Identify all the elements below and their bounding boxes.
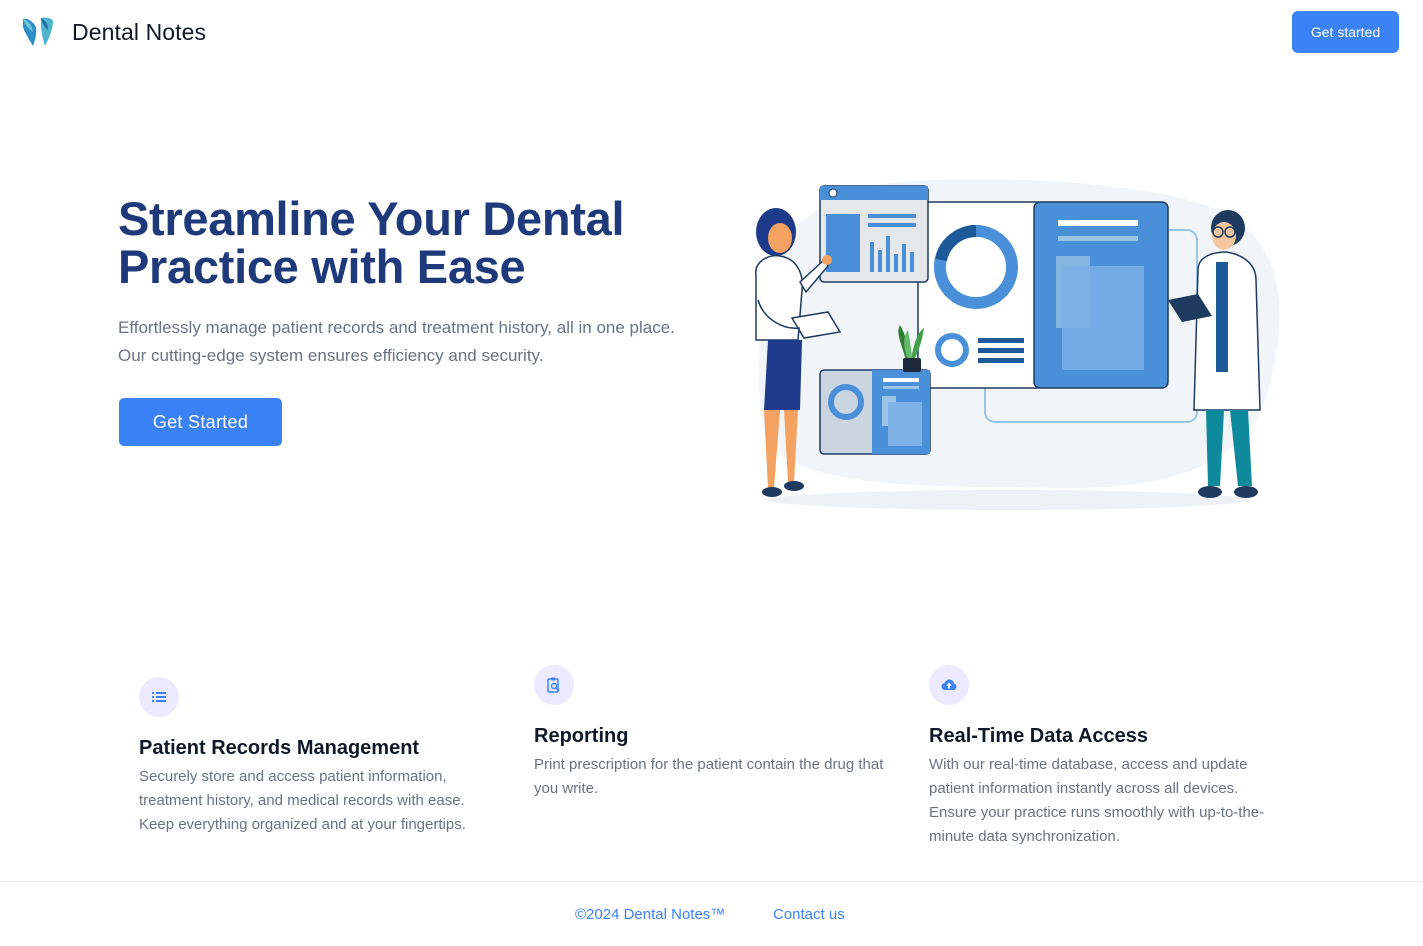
feature-description: With our real-time database, access and …	[929, 756, 1265, 845]
cloud-upload-icon	[929, 665, 969, 705]
brand-name[interactable]: Dental Notes	[72, 19, 206, 46]
contact-us-link[interactable]: Contact us	[773, 906, 845, 923]
footer-copyright: ©2024 Dental Notes™	[575, 906, 726, 923]
feature-title: Patient Records Management	[139, 737, 420, 759]
feature-description: Print prescription for the patient conta…	[534, 756, 884, 797]
site-footer: ©2024 Dental Notes™ Contact us	[0, 881, 1423, 946]
hero-title: Streamline Your Dental Practice with Eas…	[118, 192, 625, 293]
feature-title: Reporting	[534, 725, 629, 747]
header-get-started-button[interactable]: Get started	[1292, 11, 1399, 53]
list-icon	[139, 677, 179, 717]
feature-description: Securely store and access patient inform…	[139, 768, 466, 833]
site-header: Dental Notes Get started	[0, 0, 1423, 66]
hero-subtitle: Effortlessly manage patient records and …	[118, 318, 675, 365]
feature-title: Real-Time Data Access	[929, 725, 1149, 747]
tooth-logo-icon[interactable]	[21, 15, 55, 49]
clipboard-search-icon	[534, 665, 574, 705]
hero-get-started-button[interactable]: Get Started	[119, 398, 282, 446]
doctors-dashboard-illustration	[755, 179, 1280, 510]
